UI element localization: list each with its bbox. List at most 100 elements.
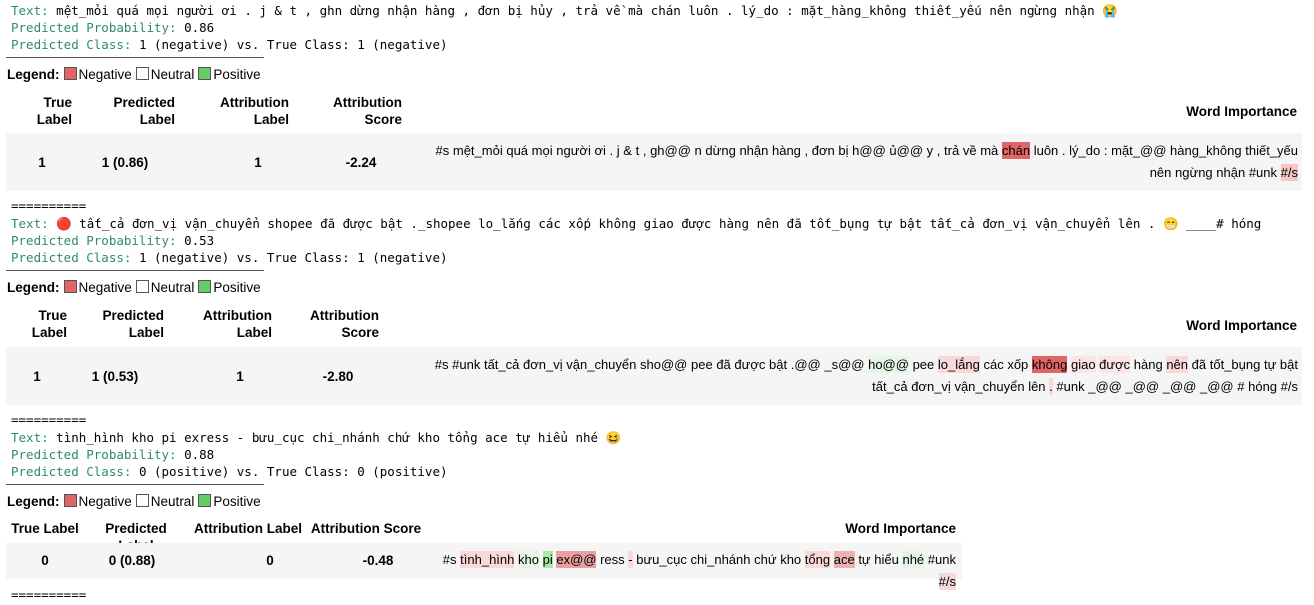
word-token: #unk	[1056, 379, 1085, 394]
word-token: trả	[944, 143, 960, 158]
word-token: t	[635, 143, 640, 158]
word-token: đơn_vị	[523, 357, 563, 372]
word-token: &	[623, 143, 632, 158]
word-token: ress	[600, 552, 625, 567]
header-true-label: True Label	[36, 95, 72, 127]
predicted-label-cell: 1 (0.86)	[101, 155, 149, 170]
class-value: 0 (positive) vs. True Class: 0 (positive…	[138, 464, 448, 479]
text-line: Text: tình_hình kho pi exress - bưu_cục …	[11, 430, 622, 445]
word-token: tự	[1263, 357, 1277, 372]
word-token: đơn	[811, 143, 835, 158]
word-token: #unk	[452, 357, 481, 372]
word-token: đã	[1191, 357, 1207, 372]
word-token: pee	[912, 357, 935, 372]
word-token: hàng	[1133, 357, 1163, 372]
word-token: bưu_cục	[636, 552, 687, 567]
predicted-label-cell: 0 (0.88)	[108, 553, 156, 568]
word-token: kho	[780, 552, 802, 567]
header-attribution-label: Attribution Label	[220, 95, 289, 127]
word-token: chứ	[754, 552, 777, 567]
attribution-score-cell: -2.24	[345, 155, 377, 170]
legend-negative-label: Negative	[78, 280, 132, 295]
word-token: tất_cả	[483, 357, 520, 372]
word-token: vận_chuyển	[954, 379, 1025, 394]
legend-negative-label: Negative	[78, 494, 132, 509]
word-token: người	[556, 143, 591, 158]
word-token: hóng	[1248, 379, 1278, 394]
word-importance-cell: #s mệt_mỏi quá mọi người ơi . j & t , gh…	[418, 140, 1298, 184]
word-token: tốt_bụng	[1209, 357, 1261, 372]
text-content: mệt_mỏi quá mọi người ơi . j & t , ghn d…	[56, 3, 1118, 18]
word-token: về	[962, 143, 977, 158]
probability-line: Predicted Probability: 0.88	[11, 447, 215, 462]
legend-neutral-label: Neutral	[150, 280, 195, 295]
word-token: bị	[838, 143, 849, 158]
word-token: lên	[1028, 379, 1046, 394]
legend-neutral-swatch	[135, 67, 149, 80]
word-token: không	[1031, 356, 1068, 373]
word-token: ,	[642, 143, 647, 158]
word-token: tự	[858, 552, 871, 567]
word-token: quá	[506, 143, 529, 158]
word-token: đã	[716, 357, 731, 372]
attribution-label-cell: 1	[254, 155, 262, 170]
class-line: Predicted Class: 0 (positive) vs. True C…	[11, 464, 448, 479]
header-predicted-label: Predicted Label	[102, 308, 164, 340]
word-token: nên	[1166, 356, 1189, 373]
legend-negative-swatch	[63, 67, 77, 80]
probability-value: 0.53	[184, 233, 215, 248]
word-token: ,	[936, 143, 941, 158]
word-token: -	[628, 551, 633, 568]
word-token: _@@	[1162, 379, 1197, 394]
legend: Legend: Negative Neutral Positive	[7, 494, 261, 509]
word-token: nhận	[739, 143, 769, 158]
divider	[6, 57, 264, 58]
legend-negative-swatch	[63, 494, 77, 507]
probability-value: 0.86	[184, 20, 215, 35]
word-token: ace	[833, 551, 855, 568]
true-label-cell: 1	[38, 155, 46, 170]
class-value: 1 (negative) vs. True Class: 1 (negative…	[138, 250, 448, 265]
word-token: :	[1103, 143, 1108, 158]
word-token: #/s	[1280, 379, 1298, 394]
word-token: đơn_vị	[911, 379, 951, 394]
legend-positive-swatch	[198, 494, 212, 507]
text-content: tình_hình kho pi exress - bưu_cục chi_nh…	[56, 430, 622, 445]
legend-negative-swatch	[63, 280, 77, 293]
attribution-score-cell: -2.80	[322, 369, 354, 384]
word-token: mọi	[531, 143, 553, 158]
word-token: bật	[1279, 357, 1298, 372]
header-word-importance: Word Importance	[845, 521, 956, 536]
legend-positive-label: Positive	[213, 494, 261, 509]
legend-neutral-label: Neutral	[150, 67, 195, 82]
word-token: .@@	[790, 357, 821, 372]
word-token: tất_cả	[872, 379, 908, 394]
word-token: #/s	[1280, 164, 1298, 181]
word-token: pi	[542, 551, 553, 568]
class-line: Predicted Class: 1 (negative) vs. True C…	[11, 37, 448, 52]
word-token: ủ@@	[889, 143, 924, 158]
text-line: Text: 🔴 tất_cả đơn_vị vận_chuyển shopee …	[11, 216, 1262, 231]
word-token: n	[694, 143, 702, 158]
text-content: 🔴 tất_cả đơn_vị vận_chuyển shopee đã đượ…	[56, 216, 1262, 231]
word-token: sho@@	[640, 357, 688, 372]
word-token: dừng	[705, 143, 736, 158]
word-token: mặt_@@	[1111, 143, 1167, 158]
word-importance-cell: #s tình_hình kho pi ex@@ ress - bưu_cục …	[428, 549, 956, 593]
text-line: Text: mệt_mỏi quá mọi người ơi . j & t ,…	[11, 3, 1118, 18]
word-token: bật	[769, 357, 788, 372]
header-word-importance: Word Importance	[1186, 104, 1297, 119]
legend: Legend: Negative Neutral Positive	[7, 280, 261, 295]
word-token: nhé	[902, 551, 925, 568]
attribution-label-cell: 0	[266, 553, 274, 568]
predicted-label-cell: 1 (0.53)	[91, 369, 139, 384]
word-token: #s	[434, 357, 449, 372]
word-token: _@@	[1200, 379, 1234, 394]
word-token: mệt_mỏi	[452, 143, 503, 158]
class-value: 1 (negative) vs. True Class: 1 (negative…	[138, 37, 448, 52]
word-token: .	[1049, 378, 1053, 395]
word-token: #unk	[1248, 165, 1278, 180]
word-token: .	[1061, 143, 1066, 158]
word-token: lo_lắng	[937, 356, 980, 373]
word-token: _s@@	[824, 357, 865, 372]
